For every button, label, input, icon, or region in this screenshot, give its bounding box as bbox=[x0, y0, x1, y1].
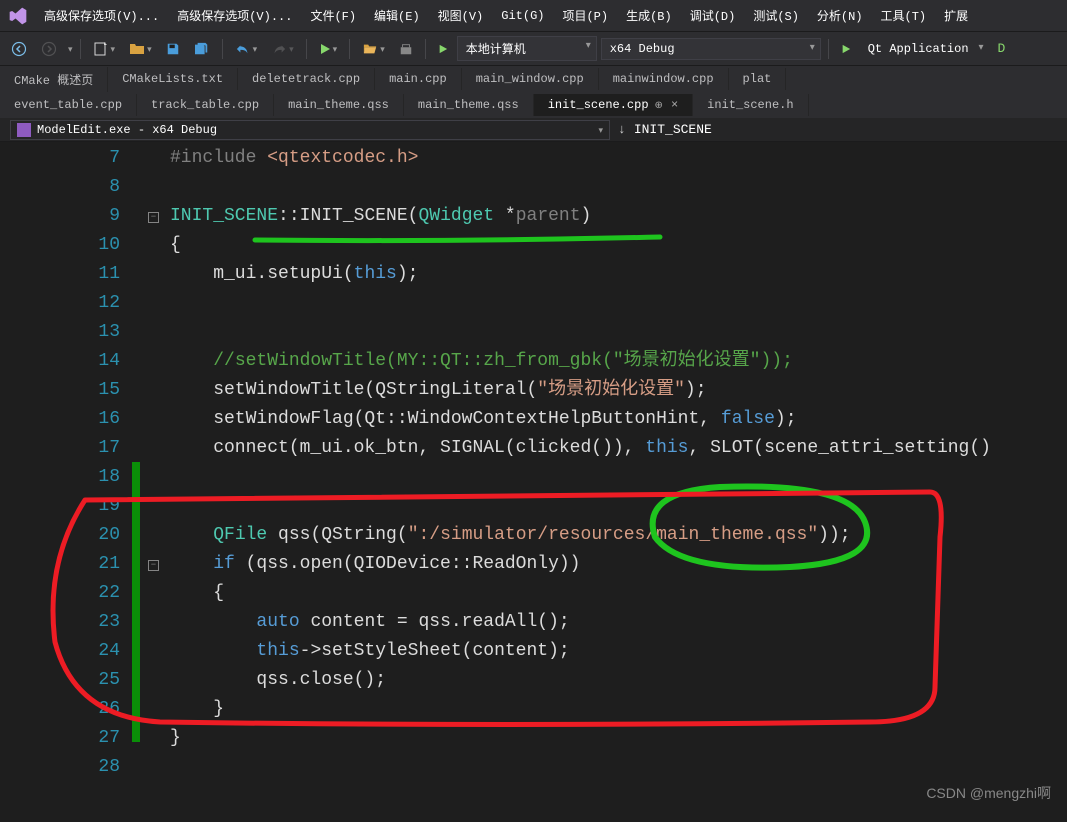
save-button[interactable] bbox=[161, 39, 185, 59]
fold-minus-icon[interactable]: − bbox=[148, 560, 159, 571]
code-content[interactable]: #include <qtextcodec.h> INIT_SCENE::INIT… bbox=[140, 142, 991, 813]
menu-view[interactable]: 视图(V) bbox=[430, 3, 492, 28]
menu-analyze[interactable]: 分析(N) bbox=[809, 3, 871, 28]
separator bbox=[349, 39, 350, 59]
separator bbox=[222, 39, 223, 59]
file-tab[interactable]: plat bbox=[729, 68, 787, 90]
menu-save-advanced-1[interactable]: 高级保存选项(V)... bbox=[36, 3, 167, 28]
separator bbox=[828, 39, 829, 59]
file-tab[interactable]: deletetrack.cpp bbox=[238, 68, 375, 90]
new-item-button[interactable]: ▾ bbox=[88, 38, 121, 60]
file-tab[interactable]: init_scene.cpp⊕× bbox=[534, 94, 693, 116]
toolbar: ▾ ▾ ▾ ▾ ▾ ▾ ▾ 本地计算机 x64 Debug Qt Applica… bbox=[0, 32, 1067, 66]
project-icon bbox=[17, 123, 31, 137]
menu-tools[interactable]: 工具(T) bbox=[873, 3, 935, 28]
file-tabs-row-2: event_table.cpptrack_table.cppmain_theme… bbox=[0, 92, 1067, 118]
save-all-button[interactable] bbox=[189, 39, 215, 59]
redo-button[interactable]: ▾ bbox=[266, 39, 299, 59]
context-bar: ModelEdit.exe - x64 Debug ▾ ↓ INIT_SCENE bbox=[0, 118, 1067, 142]
fold-minus-icon[interactable]: − bbox=[148, 212, 159, 223]
start-debug-button[interactable]: ▾ bbox=[314, 40, 343, 58]
file-tab[interactable]: main_theme.qss bbox=[404, 94, 534, 116]
scope-down-arrow-icon: ↓ bbox=[618, 122, 626, 137]
run-play-icon[interactable] bbox=[433, 40, 453, 58]
forward-button[interactable] bbox=[36, 38, 62, 60]
file-tab[interactable]: track_table.cpp bbox=[137, 94, 274, 116]
separator bbox=[306, 39, 307, 59]
file-tab[interactable]: main_window.cpp bbox=[462, 68, 599, 90]
separator bbox=[80, 39, 81, 59]
run-target-play-icon[interactable] bbox=[836, 40, 856, 58]
undo-button[interactable]: ▾ bbox=[230, 39, 263, 59]
watermark: CSDN @mengzhi啊 bbox=[926, 783, 1051, 803]
open-file-button[interactable]: ▾ bbox=[124, 38, 157, 60]
file-tabs-row-1: CMake 概述页CMakeLists.txtdeletetrack.cppma… bbox=[0, 66, 1067, 92]
close-icon[interactable]: × bbox=[671, 98, 678, 112]
file-tab[interactable]: CMake 概述页 bbox=[0, 67, 108, 92]
menu-bar: 高级保存选项(V)... 高级保存选项(V)... 文件(F) 编辑(E) 视图… bbox=[0, 0, 1067, 32]
menu-extensions[interactable]: 扩展 bbox=[936, 3, 976, 28]
menu-save-advanced-2[interactable]: 高级保存选项(V)... bbox=[169, 3, 300, 28]
file-tab[interactable]: main.cpp bbox=[375, 68, 462, 90]
menu-test[interactable]: 测试(S) bbox=[745, 3, 807, 28]
open-folder-button[interactable]: ▾ bbox=[357, 39, 390, 59]
line-number-gutter: 7891011121314151617181920212223242526272… bbox=[0, 142, 140, 813]
menu-project[interactable]: 项目(P) bbox=[554, 3, 616, 28]
nav-history-dropdown[interactable]: ▾ bbox=[68, 45, 73, 55]
back-button[interactable] bbox=[6, 38, 32, 60]
file-tab[interactable]: main_theme.qss bbox=[274, 94, 404, 116]
separator bbox=[425, 39, 426, 59]
target-machine-dropdown[interactable]: 本地计算机 bbox=[457, 36, 597, 61]
file-tab[interactable]: event_table.cpp bbox=[0, 94, 137, 116]
menu-file[interactable]: 文件(F) bbox=[302, 3, 364, 28]
project-context-label: ModelEdit.exe - x64 Debug bbox=[37, 123, 217, 137]
file-tab[interactable]: CMakeLists.txt bbox=[108, 68, 238, 90]
file-tab[interactable]: init_scene.h bbox=[693, 94, 808, 116]
vs-logo-icon bbox=[8, 6, 28, 26]
pin-icon[interactable]: ⊕ bbox=[655, 101, 663, 112]
project-context-dropdown[interactable]: ModelEdit.exe - x64 Debug ▾ bbox=[10, 120, 610, 140]
file-tab[interactable]: mainwindow.cpp bbox=[599, 68, 729, 90]
menu-build[interactable]: 生成(B) bbox=[618, 3, 680, 28]
run-target-dropdown[interactable]: Qt Application bbox=[860, 39, 989, 59]
scope-label[interactable]: INIT_SCENE bbox=[634, 122, 712, 137]
config-dropdown[interactable]: x64 Debug bbox=[601, 38, 821, 60]
build-button[interactable] bbox=[394, 39, 418, 59]
menu-debug[interactable]: 调试(D) bbox=[682, 3, 744, 28]
debug-target-icon[interactable]: D bbox=[993, 38, 1011, 59]
menu-git[interactable]: Git(G) bbox=[493, 5, 552, 27]
code-editor[interactable]: − − 789101112131415161718192021222324252… bbox=[0, 142, 1067, 813]
menu-edit[interactable]: 编辑(E) bbox=[366, 3, 428, 28]
